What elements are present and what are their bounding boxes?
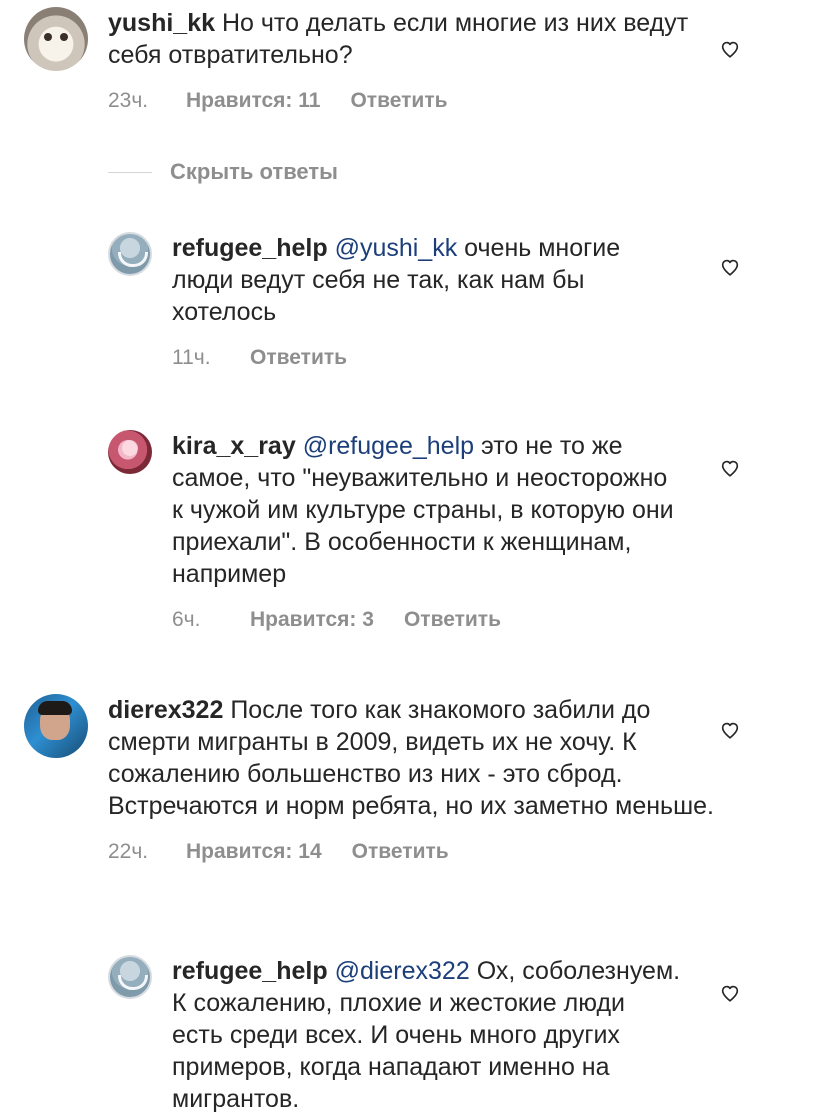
comment-text-row: dierex322 После того как знакомого забил… bbox=[108, 694, 728, 822]
reply-kira: kira_x_ray @refugee_help это не то же са… bbox=[108, 430, 784, 632]
avatar[interactable] bbox=[108, 232, 152, 276]
comment-text-row: kira_x_ray @refugee_help это не то же са… bbox=[172, 430, 682, 590]
reply-refugee-dierex: refugee_help @dierex322 Ох, соболезнуем.… bbox=[108, 955, 784, 1115]
comment-body: refugee_help @dierex322 Ох, соболезнуем.… bbox=[172, 955, 682, 1115]
comment-dierex: dierex322 После того как знакомого забил… bbox=[24, 694, 784, 864]
reply-button[interactable]: Ответить bbox=[250, 346, 347, 370]
mention-link[interactable]: @refugee_help bbox=[303, 432, 474, 460]
comment-meta: 11ч. Ответить bbox=[172, 346, 672, 370]
heart-icon[interactable] bbox=[719, 256, 741, 278]
comment-meta: 22ч. Нравится: 14 Ответить bbox=[108, 840, 728, 864]
avatar[interactable] bbox=[24, 7, 88, 71]
replies-divider bbox=[108, 171, 152, 173]
comment-text-row: refugee_help @dierex322 Ох, соболезнуем.… bbox=[172, 955, 682, 1115]
comment-time: 23ч. bbox=[108, 89, 149, 112]
avatar[interactable] bbox=[24, 694, 88, 758]
avatar[interactable] bbox=[108, 955, 152, 999]
comment-body: kira_x_ray @refugee_help это не то же са… bbox=[172, 430, 682, 632]
mention-link[interactable]: @yushi_kk bbox=[335, 234, 458, 262]
comment-time: 11ч. bbox=[172, 346, 211, 369]
reply-button[interactable]: Ответить bbox=[350, 89, 447, 113]
logo-wave-icon bbox=[118, 252, 148, 267]
comment-meta: 23ч. Нравится: 11 Ответить bbox=[108, 89, 728, 113]
likes-button[interactable]: Нравится: 11 bbox=[186, 89, 320, 113]
heart-icon[interactable] bbox=[719, 38, 741, 60]
heart-icon[interactable] bbox=[719, 982, 741, 1004]
comment-time: 22ч. bbox=[108, 840, 149, 863]
comment-body: refugee_help @yushi_kk очень многие люди… bbox=[172, 232, 672, 370]
username[interactable]: refugee_help bbox=[172, 957, 328, 985]
likes-button[interactable]: Нравится: 14 bbox=[186, 840, 322, 864]
comment-meta: 6ч. Нравится: 3 Ответить bbox=[172, 608, 682, 632]
avatar[interactable] bbox=[108, 430, 152, 474]
logo-wave-icon bbox=[118, 975, 148, 990]
likes-button[interactable]: Нравится: 3 bbox=[250, 608, 374, 632]
comment-text-row: refugee_help @yushi_kk очень многие люди… bbox=[172, 232, 672, 328]
comment-body: dierex322 После того как знакомого забил… bbox=[108, 694, 728, 864]
username[interactable]: refugee_help bbox=[172, 234, 328, 262]
heart-icon[interactable] bbox=[719, 719, 741, 741]
reply-refugee-yushi: refugee_help @yushi_kk очень многие люди… bbox=[108, 232, 784, 370]
comment-body: yushi_kk Но что делать если многие из ни… bbox=[108, 7, 728, 113]
comment-yushi: yushi_kk Но что делать если многие из ни… bbox=[24, 7, 784, 113]
reply-button[interactable]: Ответить bbox=[404, 608, 501, 632]
heart-icon[interactable] bbox=[719, 457, 741, 479]
replies-toggle-label[interactable]: Скрыть ответы bbox=[170, 159, 338, 185]
username[interactable]: kira_x_ray bbox=[172, 432, 296, 460]
hide-replies-button[interactable]: Скрыть ответы bbox=[108, 159, 338, 185]
comment-text-row: yushi_kk Но что делать если многие из ни… bbox=[108, 7, 728, 71]
username[interactable]: yushi_kk bbox=[108, 9, 215, 37]
username[interactable]: dierex322 bbox=[108, 696, 223, 724]
mention-link[interactable]: @dierex322 bbox=[335, 957, 470, 985]
comment-time: 6ч. bbox=[172, 608, 201, 631]
reply-button[interactable]: Ответить bbox=[352, 840, 449, 864]
